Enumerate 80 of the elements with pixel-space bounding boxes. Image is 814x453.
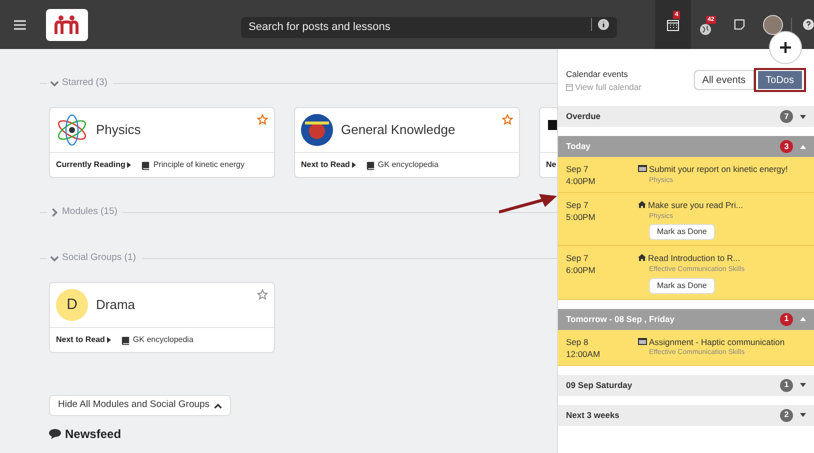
event-time: 6:00PM	[566, 264, 596, 276]
star-icon[interactable]	[257, 289, 268, 300]
book-icon	[120, 336, 130, 344]
event-date: Sep 7	[566, 252, 590, 264]
book-icon	[141, 160, 150, 170]
search-field[interactable]: Search for posts and lessons	[240, 16, 617, 38]
group-header[interactable]: Next 3 weeks 2	[558, 404, 814, 426]
event-title[interactable]: Assignment - Haptic communication	[649, 336, 785, 348]
event-time: 12:00AM	[566, 348, 602, 360]
course-card[interactable]: Ne	[539, 107, 557, 178]
letter-avatar: D	[56, 289, 88, 321]
calendar-icon	[666, 18, 679, 30]
caret-icon	[800, 383, 806, 387]
course-card[interactable]: General Knowledge Next to Read GK encyclopedia	[294, 107, 520, 178]
count-badge: 2	[780, 408, 793, 422]
plus-icon	[780, 42, 791, 53]
star-icon[interactable]	[257, 114, 268, 125]
book-icon	[366, 160, 375, 170]
caret-icon	[127, 162, 132, 168]
caret-icon	[800, 317, 806, 321]
annotation-arrow	[499, 192, 557, 214]
lesson-link[interactable]: GK encyclopedia	[132, 334, 194, 346]
mark-done-button[interactable]: Mark as Done	[649, 278, 715, 294]
caret-icon	[800, 413, 806, 417]
event-date: Sep 8	[566, 336, 590, 348]
group-header[interactable]: Tomorrow - 08 Sep , Friday 1	[558, 308, 814, 330]
panel-title: Calendar events	[566, 68, 629, 81]
card-icon	[638, 338, 647, 344]
star-icon[interactable]	[502, 114, 513, 125]
event-date: Sep 7	[566, 163, 590, 175]
count-badge: 3	[780, 140, 793, 153]
note-icon[interactable]	[734, 19, 746, 30]
footer-label: Ne	[546, 159, 556, 171]
lesson-link[interactable]: Principle of kinetic energy	[153, 159, 244, 171]
logo[interactable]	[46, 8, 88, 40]
card-icon	[638, 165, 647, 172]
card-title: Physics	[96, 121, 141, 139]
course-card[interactable]: D Drama Next to Read GK encyclopedia	[49, 282, 275, 353]
group-header[interactable]: 09 Sep Saturday 1	[558, 374, 814, 396]
card-title: Drama	[96, 296, 136, 314]
footer-label: Next to Read	[301, 159, 350, 171]
menu-icon[interactable]	[14, 20, 26, 30]
chat-icon	[49, 429, 61, 439]
count-badge: 7	[780, 110, 793, 123]
lesson-link[interactable]: GK encyclopedia	[378, 159, 438, 171]
user-avatar[interactable]	[763, 14, 784, 34]
chevron-icon	[50, 208, 59, 216]
caret-icon	[800, 114, 806, 118]
info-icon[interactable]	[598, 19, 609, 30]
event-time: 4:00PM	[566, 175, 596, 187]
caret-icon	[800, 144, 806, 148]
newsfeed-heading: Newsfeed	[65, 426, 122, 443]
filter-tab[interactable]: ToDos	[754, 68, 806, 92]
event-title[interactable]: Read Introduction to R...	[648, 252, 740, 265]
course-card[interactable]: Physics Currently Reading Principle of kinetic energy	[49, 107, 275, 178]
home-icon	[638, 254, 646, 262]
event-date: Sep 7	[566, 199, 590, 211]
atom-icon	[56, 114, 88, 146]
home-icon	[638, 201, 646, 208]
calendar-icon	[566, 84, 573, 91]
group-header[interactable]: Overdue 7	[558, 106, 814, 127]
event-title[interactable]: Submit your report on kinetic energy!	[649, 163, 788, 176]
count-badge: 1	[780, 378, 793, 392]
chevron-icon	[50, 254, 59, 262]
footer-label: Currently Reading	[56, 159, 126, 171]
hide-all-button[interactable]: Hide All Modules and Social Groups	[49, 395, 231, 416]
count-badge: 1	[780, 312, 793, 326]
mark-done-button[interactable]: Mark as Done	[649, 224, 715, 240]
event-time: 5:00PM	[566, 211, 596, 223]
help-icon[interactable]	[803, 19, 814, 30]
chevron-up-icon	[214, 402, 222, 408]
chevron-icon	[50, 78, 59, 88]
filter-tab[interactable]: All events	[694, 70, 754, 90]
card-title: General Knowledge	[341, 121, 456, 139]
caret-icon	[352, 162, 356, 168]
globe-picture	[301, 114, 333, 146]
group-header[interactable]: Today 3	[558, 136, 814, 157]
caret-icon	[106, 337, 111, 343]
event-title[interactable]: Make sure you read Pri...	[648, 199, 743, 212]
footer-label: Next to Read	[56, 334, 105, 346]
